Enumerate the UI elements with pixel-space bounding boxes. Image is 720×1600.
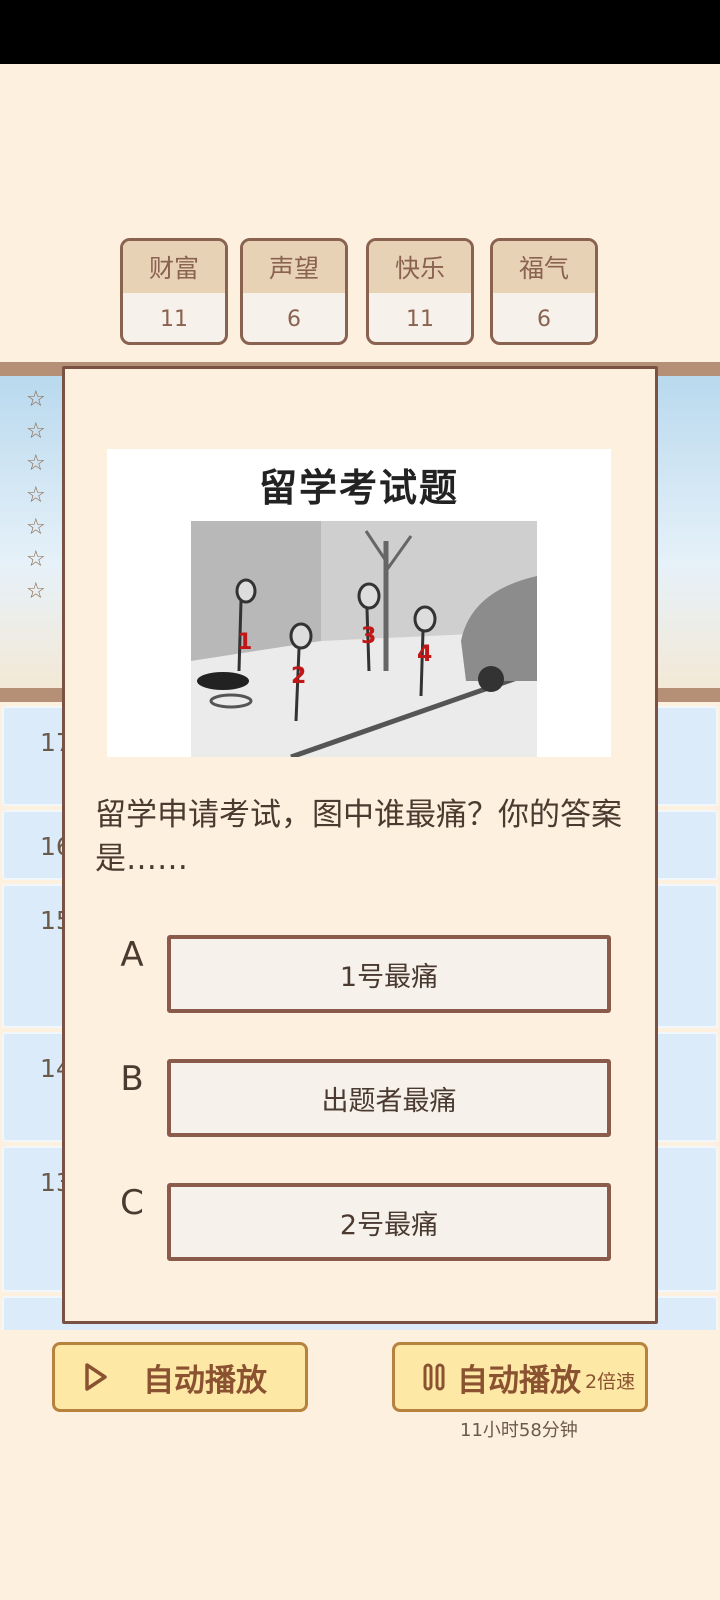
cartoon-illustration: 1 2 3 4 — [191, 521, 537, 757]
pause-icon — [423, 1363, 445, 1391]
star-icon: ☆ — [26, 579, 46, 604]
svg-text:1: 1 — [237, 630, 252, 655]
option-b-button[interactable]: 出题者最痛 — [167, 1059, 611, 1137]
star-icon: ☆ — [26, 515, 46, 540]
svg-text:4: 4 — [417, 642, 432, 667]
svg-text:3: 3 — [361, 624, 376, 649]
option-c-button[interactable]: 2号最痛 — [167, 1183, 611, 1261]
svg-text:2: 2 — [291, 664, 306, 689]
stat-label: 福气 — [493, 241, 595, 293]
exam-image: 留学考试题 1 2 3 4 — [107, 449, 611, 757]
star-icon: ☆ — [26, 387, 46, 412]
option-letter: A — [120, 935, 144, 975]
star-icon: ☆ — [26, 483, 46, 508]
stat-value: 6 — [287, 306, 301, 332]
star-icon: ☆ — [26, 451, 46, 476]
stat-value: 11 — [160, 306, 188, 332]
star-icon: ☆ — [26, 419, 46, 444]
auto-play-fast-button[interactable]: 自动播放 2倍速 — [392, 1342, 648, 1412]
stat-label: 声望 — [243, 241, 345, 293]
stat-label: 快乐 — [369, 241, 471, 293]
question-modal: 留学考试题 1 2 3 4 留学申请考试，图中谁最痛？你的答案是…… A 1号最… — [62, 366, 658, 1324]
stat-wealth: 财富 11 — [120, 238, 228, 345]
option-letter: C — [120, 1183, 144, 1223]
star-icon: ☆ — [26, 547, 46, 572]
question-text: 留学申请考试，图中谁最痛？你的答案是…… — [95, 797, 622, 877]
stat-prestige: 声望 6 — [240, 238, 348, 345]
exam-image-title: 留学考试题 — [258, 465, 459, 510]
stat-label: 财富 — [123, 241, 225, 293]
speed-label: 2倍速 — [585, 1370, 636, 1393]
auto-play-label: 自动播放 — [143, 1362, 267, 1399]
option-a-button[interactable]: 1号最痛 — [167, 935, 611, 1013]
stat-value: 11 — [406, 306, 434, 332]
status-bar — [0, 0, 720, 64]
auto-play-button[interactable]: 自动播放 — [52, 1342, 308, 1412]
timer-text: 11小时58分钟 — [460, 1420, 578, 1441]
stat-happiness: 快乐 11 — [366, 238, 474, 345]
stat-value: 6 — [537, 306, 551, 332]
stat-fortune: 福气 6 — [490, 238, 598, 345]
play-icon — [85, 1363, 107, 1391]
auto-play-fast-label: 自动播放 — [457, 1362, 581, 1399]
option-letter: B — [120, 1059, 144, 1099]
